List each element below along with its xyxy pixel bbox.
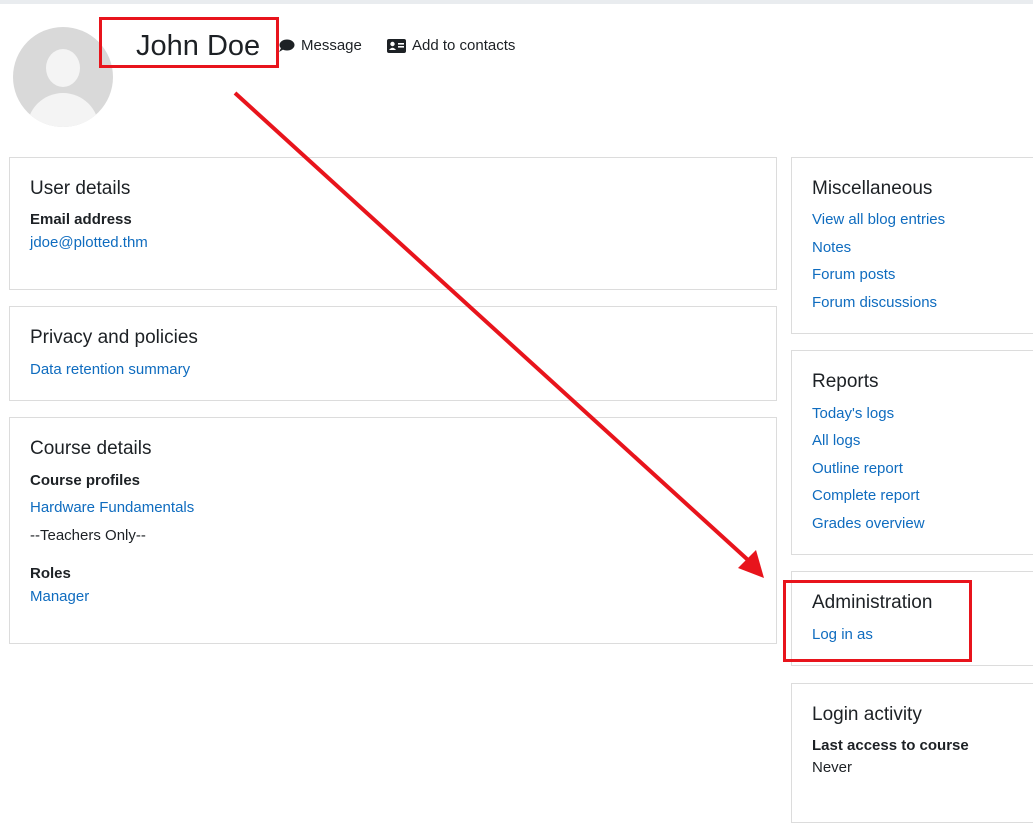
privacy-title: Privacy and policies bbox=[30, 327, 198, 348]
course-details-title: Course details bbox=[30, 438, 152, 459]
forum-discussions-link[interactable]: Forum discussions bbox=[812, 294, 937, 311]
avatar[interactable] bbox=[13, 27, 113, 127]
add-to-contacts-button[interactable]: Add to contacts bbox=[387, 37, 515, 54]
add-to-contacts-label: Add to contacts bbox=[412, 37, 516, 54]
last-access-value: Never bbox=[812, 759, 853, 776]
data-retention-link[interactable]: Data retention summary bbox=[30, 361, 190, 378]
group-text: --Teachers Only-- bbox=[30, 527, 146, 544]
course-link[interactable]: Hardware Fundamentals bbox=[30, 499, 194, 516]
roles-label: Roles bbox=[30, 565, 71, 582]
forum-posts-link[interactable]: Forum posts bbox=[812, 266, 895, 283]
miscellaneous-title: Miscellaneous bbox=[812, 178, 933, 199]
reports-card: Reports Today's logs All logs Outline re… bbox=[791, 350, 1033, 555]
grades-overview-link[interactable]: Grades overview bbox=[812, 515, 925, 532]
highlight-box-name bbox=[99, 17, 279, 68]
all-logs-link[interactable]: All logs bbox=[812, 432, 860, 449]
user-details-card: User details Email address jdoe@plotted.… bbox=[9, 157, 777, 290]
outline-report-link[interactable]: Outline report bbox=[812, 460, 903, 477]
speech-bubble-icon bbox=[278, 39, 295, 53]
login-activity-title: Login activity bbox=[812, 704, 922, 725]
course-details-card: Course details Course profiles Hardware … bbox=[9, 417, 777, 644]
login-activity-card: Login activity Last access to course Nev… bbox=[791, 683, 1033, 823]
course-profiles-label: Course profiles bbox=[30, 472, 141, 489]
complete-report-link[interactable]: Complete report bbox=[812, 487, 920, 504]
email-label: Email address bbox=[30, 211, 132, 228]
privacy-card: Privacy and policies Data retention summ… bbox=[9, 306, 777, 401]
reports-title: Reports bbox=[812, 371, 879, 392]
top-bar bbox=[0, 0, 1033, 4]
miscellaneous-card: Miscellaneous View all blog entries Note… bbox=[791, 157, 1033, 334]
address-card-icon bbox=[387, 38, 406, 53]
message-button[interactable]: Message bbox=[278, 37, 362, 54]
highlight-box-administration bbox=[783, 580, 972, 662]
email-link[interactable]: jdoe@plotted.thm bbox=[30, 234, 148, 251]
last-access-label: Last access to course bbox=[812, 737, 969, 754]
role-link[interactable]: Manager bbox=[30, 588, 89, 605]
todays-logs-link[interactable]: Today's logs bbox=[812, 405, 894, 422]
avatar-head bbox=[46, 49, 80, 87]
message-label: Message bbox=[301, 37, 362, 54]
avatar-body bbox=[27, 93, 99, 127]
blog-entries-link[interactable]: View all blog entries bbox=[812, 211, 945, 228]
user-details-title: User details bbox=[30, 178, 131, 199]
notes-link[interactable]: Notes bbox=[812, 239, 851, 256]
